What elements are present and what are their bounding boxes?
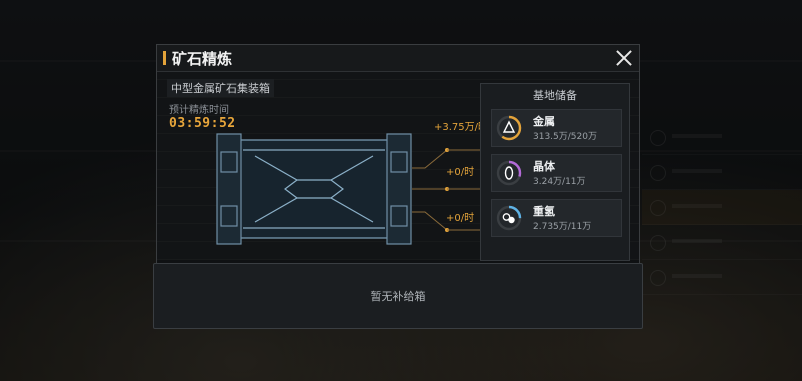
- metal-icon: [496, 115, 522, 141]
- base-storage-panel: 基地储备 金属 313.5万/520万 晶体 3.24万/11万 重氢 2.73…: [480, 83, 630, 261]
- title-accent-bar: [163, 51, 166, 65]
- resource-amount: 3.24万/11万: [533, 177, 586, 187]
- crystal-icon: [496, 160, 522, 186]
- resource-amount: 313.5万/520万: [533, 132, 597, 142]
- resource-crystal: 晶体 3.24万/11万: [491, 154, 622, 192]
- resource-amount: 2.735万/11万: [533, 222, 592, 232]
- supply-box-slot[interactable]: 暂无补给箱: [153, 263, 643, 329]
- ore-container-icon: [216, 133, 485, 254]
- no-supply-box-text: 暂无补给箱: [370, 290, 426, 303]
- crystal-rate-label: +0/时: [446, 167, 475, 178]
- ore-refining-dialog: 矿石精炼 中型金属矿石集装箱 预计精炼时间 03:59:52 +3.75万/时 …: [153, 44, 643, 329]
- refining-content: 中型金属矿石集装箱 预计精炼时间 03:59:52 +3.75万/时 +0/时 …: [157, 72, 639, 261]
- resource-name: 重氢: [533, 205, 555, 218]
- storage-title: 基地储备: [533, 89, 577, 102]
- deuterium-rate-label: +0/时: [446, 213, 475, 224]
- close-button[interactable]: [613, 47, 635, 69]
- deuterium-icon: [496, 205, 522, 231]
- resource-deuterium: 重氢 2.735万/11万: [491, 199, 622, 237]
- resource-metal: 金属 313.5万/520万: [491, 109, 622, 147]
- dialog-title: 矿石精炼: [172, 50, 233, 68]
- resource-name: 晶体: [533, 160, 555, 173]
- dialog-titlebar: 矿石精炼: [157, 45, 639, 72]
- resource-name: 金属: [533, 115, 555, 128]
